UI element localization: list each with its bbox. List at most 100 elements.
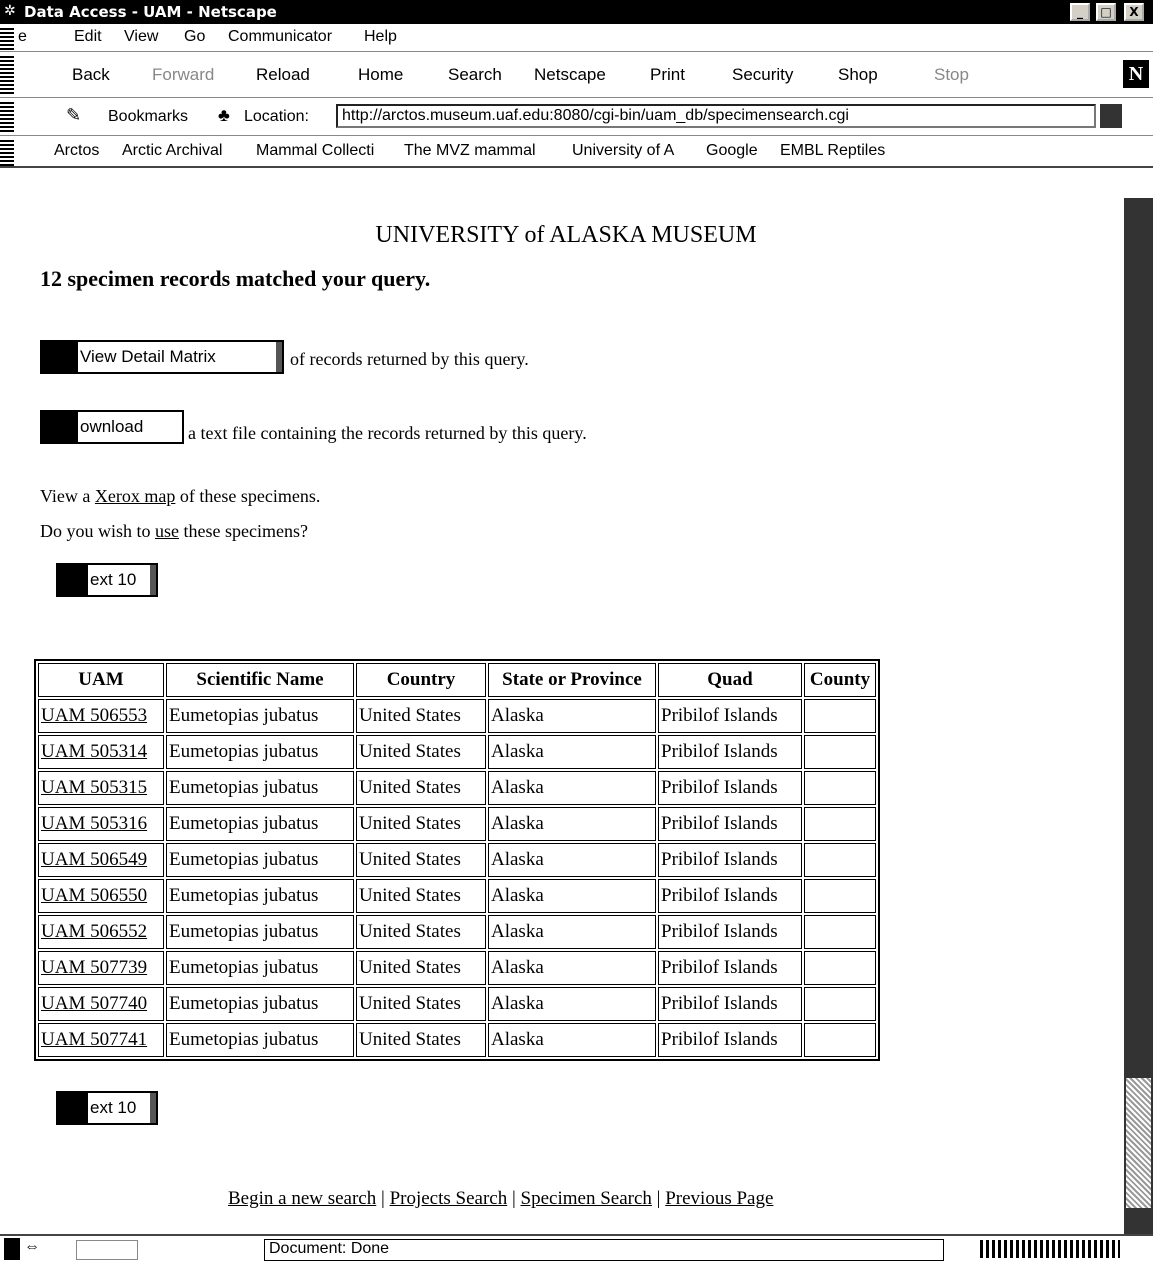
location-label: Location: <box>244 108 309 125</box>
home-button[interactable]: Home <box>358 65 403 85</box>
reload-button[interactable]: Reload <box>256 65 310 85</box>
cell-uam: UAM 507739 <box>38 951 164 985</box>
cell-county <box>804 843 876 877</box>
location-icon[interactable]: ♣ <box>218 105 230 126</box>
security-lock-icon[interactable] <box>4 1238 20 1260</box>
specimen-link[interactable]: UAM 506550 <box>41 885 147 906</box>
header-state-province: State or Province <box>488 663 656 697</box>
view-detail-matrix-button[interactable]: View Detail Matrix <box>40 340 284 374</box>
menu-communicator[interactable]: Communicator <box>228 28 332 46</box>
netscape-button[interactable]: Netscape <box>534 65 606 85</box>
specimen-link[interactable]: UAM 505316 <box>41 813 147 834</box>
previous-page-link[interactable]: Previous Page <box>665 1188 773 1209</box>
footer-separator: | <box>656 1188 661 1209</box>
table-header-row: UAM Scientific Name Country State or Pro… <box>38 663 876 697</box>
forward-button[interactable]: Forward <box>152 65 214 85</box>
menu-grip[interactable] <box>0 26 14 50</box>
specimen-link[interactable]: UAM 505314 <box>41 741 147 762</box>
security-button[interactable]: Security <box>732 65 793 85</box>
match-count: 12 specimen records matched your query. <box>40 266 431 291</box>
minimize-button[interactable]: _ <box>1070 3 1090 21</box>
specimen-link[interactable]: UAM 507740 <box>41 993 147 1014</box>
cell-quad: Pribilof Islands <box>658 843 802 877</box>
scrollbar-thumb[interactable] <box>1126 1078 1151 1208</box>
menu-help[interactable]: Help <box>364 28 397 46</box>
bookmarks-icon[interactable]: ✎ <box>66 105 81 126</box>
stop-button[interactable]: Stop <box>934 65 969 85</box>
cell-uam: UAM 506552 <box>38 915 164 949</box>
bookmarks-button[interactable]: Bookmarks <box>108 108 188 126</box>
use-prefix: Do you wish to <box>40 521 156 541</box>
bookmark-embl-reptiles[interactable]: EMBL Reptiles <box>780 142 885 160</box>
shop-button[interactable]: Shop <box>838 65 878 85</box>
cell-quad: Pribilof Islands <box>658 1023 802 1057</box>
vertical-scrollbar[interactable] <box>1124 198 1153 1234</box>
cell-state-province: Alaska <box>488 951 656 985</box>
button-shadow <box>58 565 88 595</box>
bookmark-google[interactable]: Google <box>706 142 758 160</box>
specimen-search-link[interactable]: Specimen Search <box>521 1188 652 1209</box>
menu-file[interactable]: e <box>18 28 27 46</box>
maximize-button[interactable]: □ <box>1096 3 1116 21</box>
bookmark-arctic-archival[interactable]: Arctic Archival <box>122 142 222 160</box>
use-line: Do you wish to use these specimens? <box>40 521 308 542</box>
specimen-link[interactable]: UAM 506553 <box>41 705 147 726</box>
xerox-map-link[interactable]: Xerox map <box>95 486 175 506</box>
cell-country: United States <box>356 879 486 913</box>
bookmark-arctos[interactable]: Arctos <box>54 142 99 160</box>
cell-country: United States <box>356 699 486 733</box>
specimen-link[interactable]: UAM 507739 <box>41 957 147 978</box>
personal-toolbar: Arctos Arctic Archival Mammal Collecti T… <box>0 136 1153 168</box>
next-10-button-bottom[interactable]: ext 10 <box>56 1091 158 1125</box>
location-grip[interactable] <box>0 102 14 132</box>
specimen-link[interactable]: UAM 505315 <box>41 777 147 798</box>
cell-county <box>804 807 876 841</box>
url-dropdown-button[interactable] <box>1100 104 1122 128</box>
toolbar-grip[interactable] <box>0 56 14 94</box>
cell-county <box>804 951 876 985</box>
download-button[interactable]: ownload <box>40 410 184 444</box>
status-bar: ⇔ Document: Done <box>0 1234 1153 1263</box>
cell-scientific-name: Eumetopias jubatus <box>166 735 354 769</box>
cell-scientific-name: Eumetopias jubatus <box>166 1023 354 1057</box>
cell-county <box>804 771 876 805</box>
cell-scientific-name: Eumetopias jubatus <box>166 699 354 733</box>
bookmark-mammal-collection[interactable]: Mammal Collecti <box>256 142 374 160</box>
begin-new-search-link[interactable]: Begin a new search <box>228 1188 376 1209</box>
specimen-link[interactable]: UAM 507741 <box>41 1029 147 1050</box>
netscape-logo[interactable]: N <box>1123 60 1149 88</box>
personal-grip[interactable] <box>0 138 14 166</box>
footer-links: Begin a new search | Projects Search | S… <box>228 1188 773 1210</box>
cell-county <box>804 879 876 913</box>
use-suffix: these specimens? <box>179 521 308 541</box>
detail-matrix-text: of records returned by this query. <box>290 349 529 369</box>
use-link[interactable]: use <box>155 521 179 541</box>
menu-edit[interactable]: Edit <box>74 28 102 46</box>
menu-go[interactable]: Go <box>184 28 205 46</box>
next-10-button-top[interactable]: ext 10 <box>56 563 158 597</box>
next-10-label-bottom: ext 10 <box>90 1098 137 1117</box>
download-text: a text file containing the records retur… <box>188 423 587 443</box>
back-button[interactable]: Back <box>72 65 110 85</box>
bookmark-mvz-mammal[interactable]: The MVZ mammal <box>404 142 536 160</box>
print-button[interactable]: Print <box>650 65 685 85</box>
cell-quad: Pribilof Islands <box>658 735 802 769</box>
specimen-link[interactable]: UAM 506549 <box>41 849 147 870</box>
menu-view[interactable]: View <box>124 28 158 46</box>
cell-state-province: Alaska <box>488 807 656 841</box>
bookmark-university-of-alaska[interactable]: University of A <box>572 142 674 160</box>
table-row: UAM 506552 Eumetopias jubatus United State… <box>38 915 876 949</box>
cell-state-province: Alaska <box>488 735 656 769</box>
projects-search-link[interactable]: Projects Search <box>390 1188 508 1209</box>
cell-county <box>804 699 876 733</box>
search-button[interactable]: Search <box>448 65 502 85</box>
cell-country: United States <box>356 807 486 841</box>
footer-separator: | <box>381 1188 385 1209</box>
close-button[interactable]: X <box>1124 3 1144 21</box>
cell-scientific-name: Eumetopias jubatus <box>166 951 354 985</box>
cell-county <box>804 1023 876 1057</box>
view-detail-matrix-label: View Detail Matrix <box>80 347 216 366</box>
url-input[interactable]: http://arctos.museum.uaf.edu:8080/cgi-bi… <box>336 104 1096 128</box>
specimen-link[interactable]: UAM 506552 <box>41 921 147 942</box>
component-bar-icons[interactable] <box>980 1240 1120 1258</box>
